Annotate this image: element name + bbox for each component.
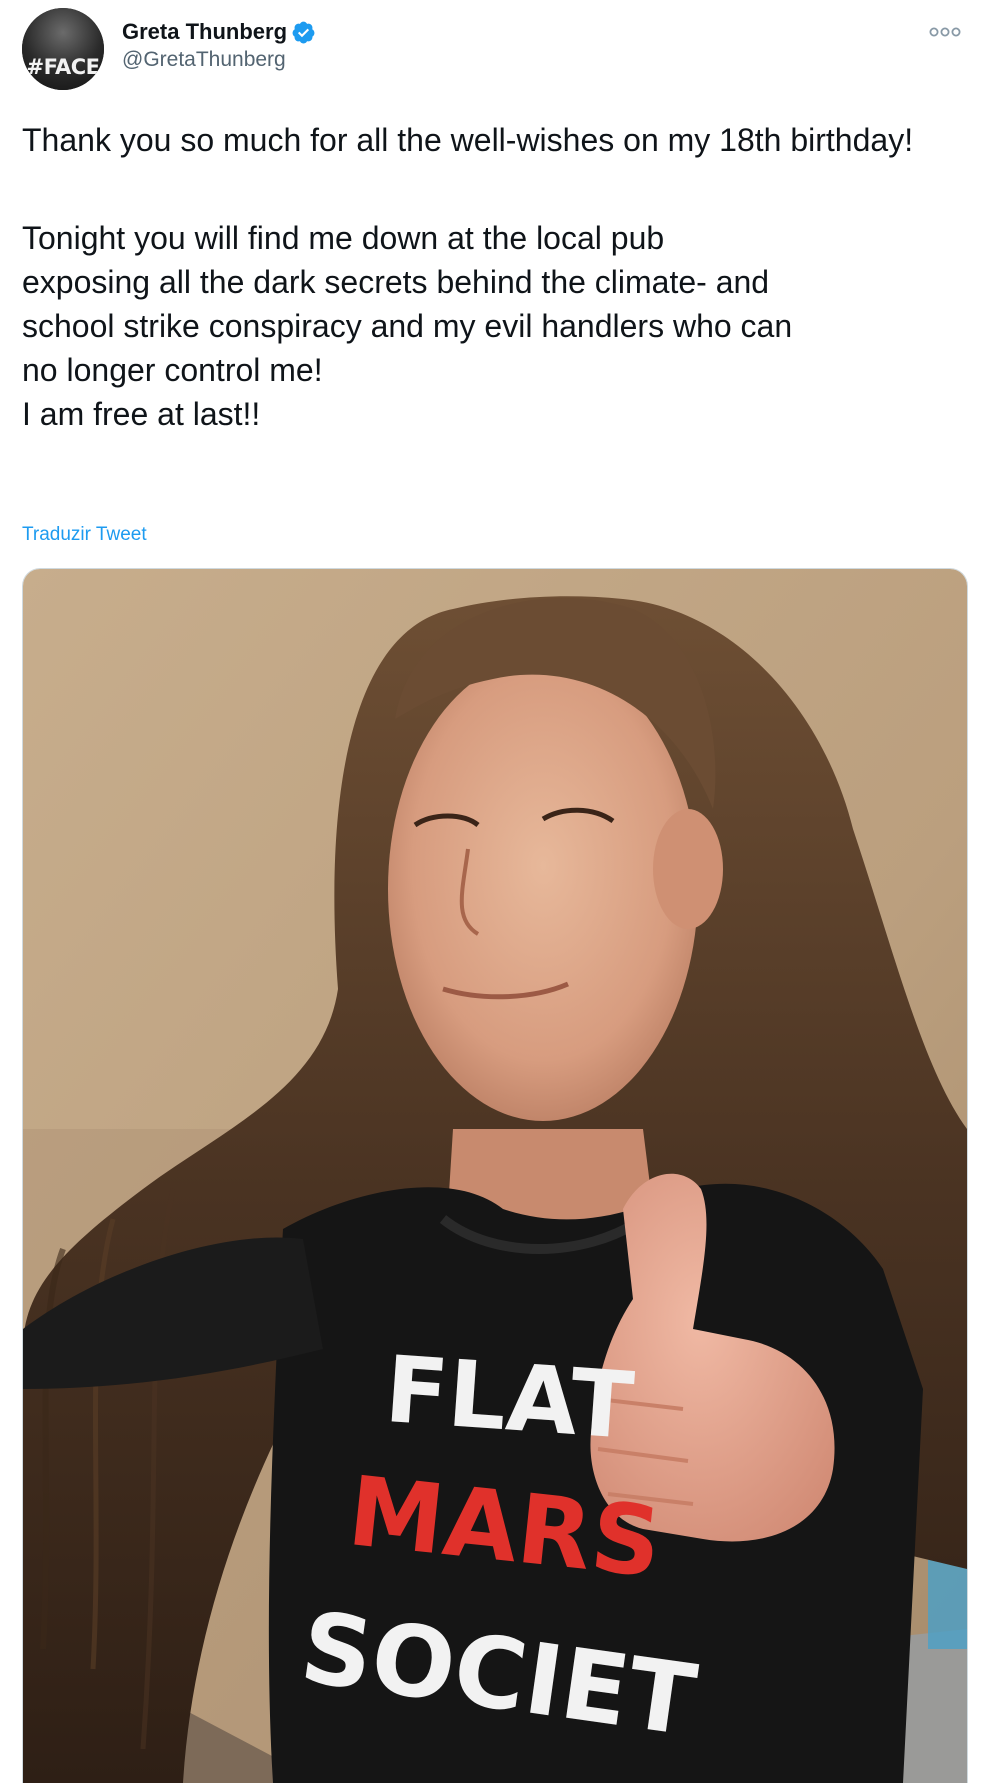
avatar-logo-text: #FACE [26,55,100,79]
verified-badge-icon [292,21,315,43]
tweet-line: no longer control me! [22,352,323,388]
tweet-line: exposing all the dark secrets behind the… [22,264,770,300]
handle[interactable]: @GretaThunberg [122,48,316,72]
more-options-icon[interactable] [928,22,962,42]
tweet-line: Tonight you will find me down at the loc… [22,220,665,256]
translate-tweet-link[interactable]: Traduzir Tweet [22,524,147,546]
shirt-text-line: FLAT [382,1336,637,1460]
tweet-paragraph: Thank you so much for all the well-wishe… [22,122,914,158]
tweet-line: school strike conspiracy and my evil han… [22,308,793,344]
tweet-text: Thank you so much for all the well-wishe… [22,118,962,436]
author-names: Greta Thunberg @GretaThunberg [122,18,316,72]
tweet-line: I am free at last!! [22,396,261,432]
display-name[interactable]: Greta Thunberg [122,19,287,45]
photo-image: FLAT MARS SOCIET [23,569,967,1783]
tweet: #FACE Greta Thunberg @GretaThunberg Than… [0,0,984,1783]
tweet-photo[interactable]: FLAT MARS SOCIET [22,568,968,1783]
tweet-header: #FACE Greta Thunberg @GretaThunberg [22,8,962,90]
avatar[interactable]: #FACE [22,8,104,90]
